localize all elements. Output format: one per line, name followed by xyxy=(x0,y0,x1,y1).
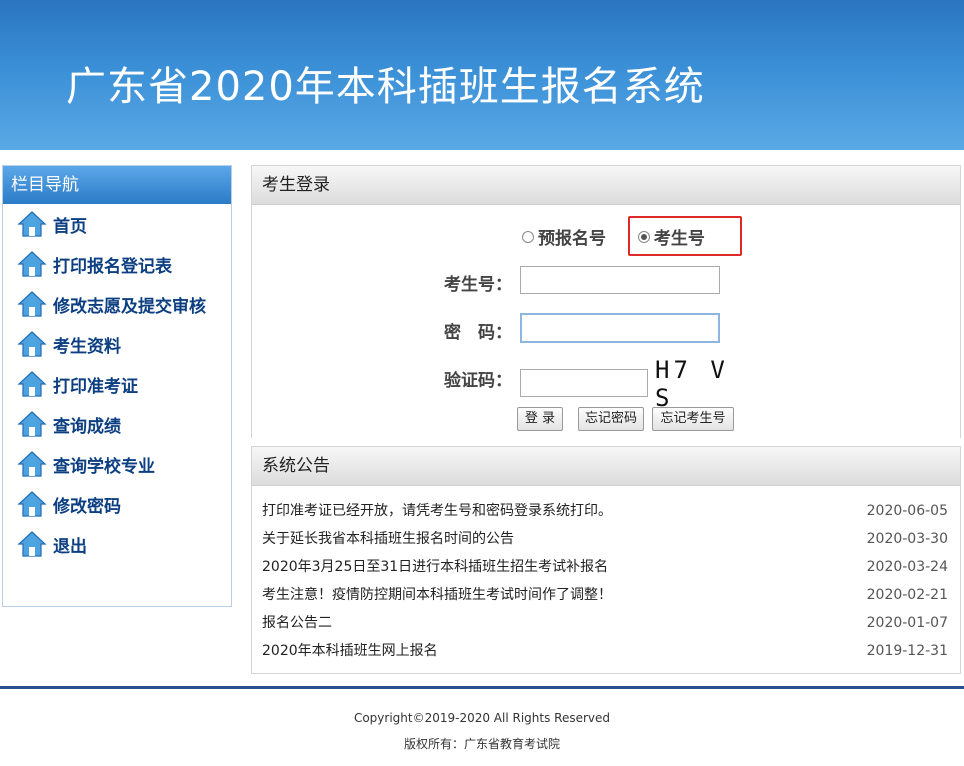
home-icon xyxy=(17,451,47,477)
login-panel: 考生登录 预报名号 考生号 考生号： 密 码： 验证码： H7 V S 登 录 … xyxy=(251,165,961,438)
candidate-number-label: 考生号： xyxy=(444,275,512,295)
home-icon xyxy=(17,371,47,397)
owner-text: 版权所有：广东省教育考试院 xyxy=(403,737,560,751)
home-icon xyxy=(17,531,47,557)
sidebar-item-label: 打印报名登记表 xyxy=(53,256,172,277)
captcha-input[interactable] xyxy=(520,369,648,397)
sidebar-nav: 栏目导航 首页 打印报名登记表 修改志愿及提交审核 考生资料 打印准考证 查询成… xyxy=(2,165,232,607)
sidebar-item-label: 首页 xyxy=(53,216,87,237)
home-icon xyxy=(17,491,47,517)
sidebar-item-profile[interactable]: 考生资料 xyxy=(3,324,231,364)
home-icon xyxy=(17,411,47,437)
sidebar-item-label: 查询成绩 xyxy=(53,416,121,437)
sidebar-item-label: 考生资料 xyxy=(53,336,121,357)
list-item[interactable]: 打印准考证已经开放，请凭考生号和密码登录系统打印。 2020-06-05 xyxy=(252,497,960,525)
sidebar-item-home[interactable]: 首页 xyxy=(3,204,231,244)
list-item[interactable]: 2020年3月25日至31日进行本科插班生招生考试补报名 2020-03-24 xyxy=(252,553,960,581)
list-item[interactable]: 报名公告二 2020-01-07 xyxy=(252,609,960,637)
notice-date: 2020-03-30 xyxy=(866,531,948,547)
notice-panel-title: 系统公告 xyxy=(252,447,960,486)
radio-button[interactable] xyxy=(522,230,534,243)
sidebar-item-label: 查询学校专业 xyxy=(53,456,155,477)
notice-date: 2020-06-05 xyxy=(866,503,948,519)
notice-text[interactable]: 2020年本科插班生网上报名 xyxy=(262,637,438,665)
sidebar-item-label: 修改密码 xyxy=(53,496,121,517)
captcha-label: 验证码： xyxy=(444,371,512,391)
list-item[interactable]: 考生注意！疫情防控期间本科插班生考试时间作了调整！ 2020-02-21 xyxy=(252,581,960,609)
sidebar-item-label: 打印准考证 xyxy=(53,376,138,397)
password-input[interactable] xyxy=(520,313,720,343)
login-button[interactable]: 登 录 xyxy=(517,407,563,431)
sidebar-item-print-admission[interactable]: 打印准考证 xyxy=(3,364,231,404)
forgot-candidate-number-button[interactable]: 忘记考生号 xyxy=(652,407,734,431)
highlight-annotation xyxy=(628,216,742,256)
notice-panel: 系统公告 打印准考证已经开放，请凭考生号和密码登录系统打印。 2020-06-0… xyxy=(251,446,961,674)
sidebar-title: 栏目导航 xyxy=(3,166,231,204)
radio-pre-registration[interactable]: 预报名号 xyxy=(522,224,606,249)
copyright-text: Copyright©2019-2020 All Rights Reserved xyxy=(353,711,611,725)
notice-text[interactable]: 关于延长我省本科插班生报名时间的公告 xyxy=(262,525,514,553)
page-footer: Copyright©2019-2020 All Rights Reserved … xyxy=(0,705,964,757)
list-item[interactable]: 2020年本科插班生网上报名 2019-12-31 xyxy=(252,637,960,665)
sidebar-item-label: 退出 xyxy=(53,536,87,557)
notice-text[interactable]: 打印准考证已经开放，请凭考生号和密码登录系统打印。 xyxy=(262,497,612,525)
sidebar-item-change-password[interactable]: 修改密码 xyxy=(3,484,231,524)
login-panel-title: 考生登录 xyxy=(252,166,960,205)
system-title: 广东省2020年本科插班生报名系统 xyxy=(66,64,705,110)
sidebar-item-label: 修改志愿及提交审核 xyxy=(53,296,206,317)
sidebar-item-logout[interactable]: 退出 xyxy=(3,524,231,564)
home-icon xyxy=(17,291,47,317)
notice-date: 2019-12-31 xyxy=(866,643,948,659)
home-icon xyxy=(17,251,47,277)
notice-text[interactable]: 2020年3月25日至31日进行本科插班生招生考试补报名 xyxy=(262,553,608,581)
notice-list: 打印准考证已经开放，请凭考生号和密码登录系统打印。 2020-06-05 关于延… xyxy=(252,497,960,665)
sidebar-item-majors[interactable]: 查询学校专业 xyxy=(3,444,231,484)
forgot-password-button[interactable]: 忘记密码 xyxy=(578,407,644,431)
home-icon xyxy=(17,331,47,357)
candidate-number-input[interactable] xyxy=(520,266,720,294)
notice-date: 2020-02-21 xyxy=(866,587,948,603)
page-header: 广东省2020年本科插班生报名系统 xyxy=(0,0,964,150)
notice-date: 2020-03-24 xyxy=(866,559,948,575)
footer-divider xyxy=(0,686,964,689)
home-icon xyxy=(17,211,47,237)
sidebar-item-scores[interactable]: 查询成绩 xyxy=(3,404,231,444)
password-label: 密 码： xyxy=(444,323,512,343)
notice-text[interactable]: 考生注意！疫情防控期间本科插班生考试时间作了调整！ xyxy=(262,581,612,609)
notice-date: 2020-01-07 xyxy=(866,615,948,631)
radio-label: 预报名号 xyxy=(538,229,606,249)
notice-text[interactable]: 报名公告二 xyxy=(262,609,332,637)
sidebar-item-print-registration[interactable]: 打印报名登记表 xyxy=(3,244,231,284)
list-item[interactable]: 关于延长我省本科插班生报名时间的公告 2020-03-30 xyxy=(252,525,960,553)
captcha-image[interactable]: H7 V S xyxy=(655,356,745,412)
sidebar-item-edit-preferences[interactable]: 修改志愿及提交审核 xyxy=(3,284,231,324)
